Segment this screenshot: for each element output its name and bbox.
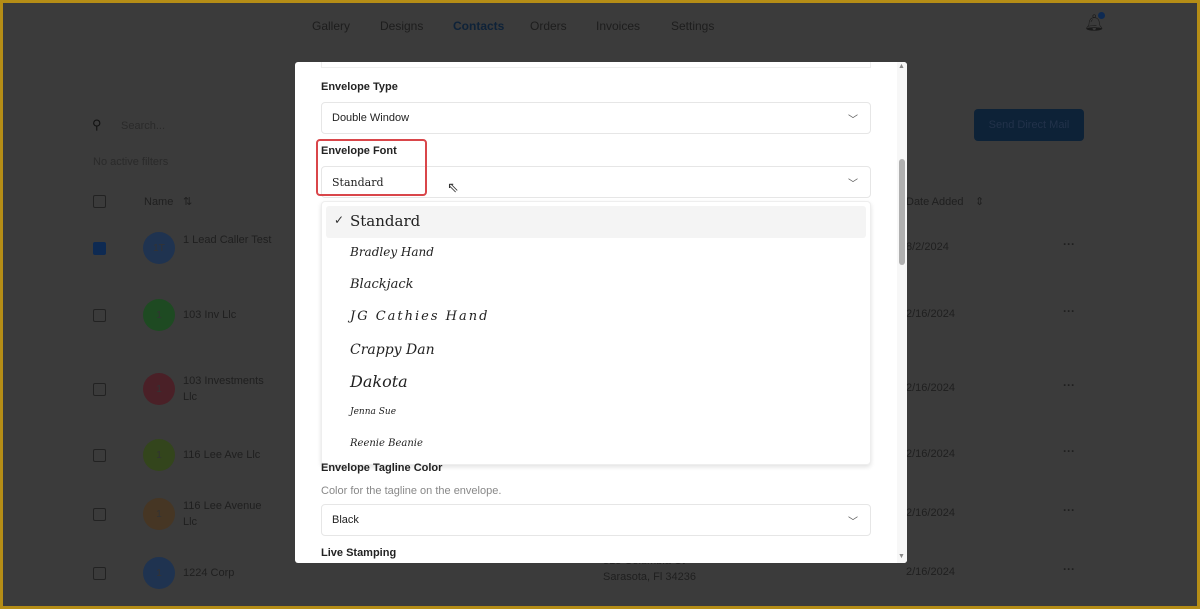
row-checkbox[interactable] xyxy=(93,508,106,521)
avatar: 1 xyxy=(143,498,175,530)
check-icon: ✓ xyxy=(334,213,345,227)
option-jg-cathies-hand[interactable]: JG Cathies Hand xyxy=(350,309,489,324)
envelope-settings-modal: Envelope Type Double Window ﹀ Envelope Fo… xyxy=(295,62,907,563)
avatar: 1 xyxy=(143,299,175,331)
nav-settings[interactable]: Settings xyxy=(671,19,714,33)
date-added: 2/16/2024 xyxy=(906,507,955,519)
avatar: 1T xyxy=(143,232,175,264)
envelope-type-value: Double Window xyxy=(332,112,410,124)
app-background: Gallery Designs Contacts Orders Invoices… xyxy=(3,3,1197,606)
tagline-color-label: Envelope Tagline Color xyxy=(321,462,443,474)
sort-icon[interactable]: ⇅ xyxy=(183,195,192,208)
option-standard-label[interactable]: Standard xyxy=(350,212,420,230)
date-added: 2/16/2024 xyxy=(906,382,955,394)
tagline-color-value: Black xyxy=(332,514,359,526)
option-bradley-hand[interactable]: Bradley Hand xyxy=(350,245,434,259)
select-all-checkbox[interactable] xyxy=(93,195,106,208)
nav-contacts[interactable]: Contacts xyxy=(453,19,504,33)
scroll-down-icon[interactable]: ▼ xyxy=(898,553,905,560)
avatar: 1 xyxy=(143,439,175,471)
tagline-color-help: Color for the tagline on the envelope. xyxy=(321,485,502,497)
search-icon: ⚲ xyxy=(92,117,102,132)
envelope-type-label: Envelope Type xyxy=(321,81,398,93)
chevron-down-icon: ﹀ xyxy=(848,115,858,126)
scrollbar-thumb[interactable] xyxy=(899,159,905,265)
chevron-down-icon: ﹀ xyxy=(848,179,858,190)
row-checkbox[interactable] xyxy=(93,449,106,462)
avatar: 1 xyxy=(143,557,175,589)
more-options-icon[interactable]: ··· xyxy=(1063,304,1075,318)
date-added: 2/16/2024 xyxy=(906,308,955,320)
contact-name[interactable]: 116 Lee Ave Llc xyxy=(183,447,278,463)
tagline-color-select[interactable]: Black ﹀ xyxy=(321,504,871,536)
date-added: 8/2/2024 xyxy=(906,241,949,253)
envelope-type-select[interactable]: Double Window ﹀ xyxy=(321,102,871,134)
sort-icon[interactable]: ⇕ xyxy=(975,195,984,208)
date-added: 2/16/2024 xyxy=(906,566,955,578)
contact-name[interactable]: 1 Lead Caller Test xyxy=(183,232,278,248)
nav-designs[interactable]: Designs xyxy=(380,19,423,33)
option-blackjack[interactable]: Blackjack xyxy=(350,277,414,292)
row-checkbox[interactable] xyxy=(93,567,106,580)
row-checkbox[interactable] xyxy=(93,383,106,396)
option-dakota[interactable]: Dakota xyxy=(350,372,408,391)
address-line-2: Sarasota, Fl 34236 xyxy=(603,571,696,583)
chevron-down-icon: ﹀ xyxy=(848,517,858,528)
notification-dot xyxy=(1098,12,1105,19)
scroll-up-icon[interactable]: ▲ xyxy=(898,63,905,70)
modal-scrollbar[interactable] xyxy=(897,62,907,563)
filters-status: No active filters xyxy=(93,156,169,168)
nav-orders[interactable]: Orders xyxy=(530,19,567,33)
more-options-icon[interactable]: ··· xyxy=(1063,444,1075,458)
live-stamping-label: Live Stamping xyxy=(321,547,397,559)
date-column-header[interactable]: Date Added xyxy=(906,196,964,208)
date-added: 2/16/2024 xyxy=(906,448,955,460)
avatar: 1 xyxy=(143,373,175,405)
more-options-icon[interactable]: ··· xyxy=(1063,378,1075,392)
search-input[interactable]: Search... xyxy=(121,120,165,132)
more-options-icon[interactable]: ··· xyxy=(1063,503,1075,517)
highlight-annotation xyxy=(316,139,427,196)
row-checkbox[interactable] xyxy=(93,309,106,322)
mouse-cursor-icon: ⇖ xyxy=(447,179,459,195)
send-direct-mail-button[interactable]: Send Direct Mail xyxy=(974,109,1084,141)
contact-name[interactable]: 116 Lee Avenue Llc xyxy=(183,498,278,530)
option-jenna-sue[interactable]: Jenna Sue xyxy=(350,407,396,417)
row-checkbox[interactable] xyxy=(93,242,106,255)
option-reenie-beanie[interactable]: Reenie Beanie xyxy=(350,438,423,449)
nav-gallery[interactable]: Gallery xyxy=(312,19,350,33)
name-column-header[interactable]: Name xyxy=(144,196,173,208)
font-dropdown-menu: ✓ Standard Bradley Hand Blackjack JG Cat… xyxy=(321,201,871,465)
contact-name[interactable]: 103 Inv Llc xyxy=(183,307,278,323)
previous-field-edge xyxy=(321,62,871,68)
option-crappy-dan[interactable]: Crappy Dan xyxy=(350,342,435,358)
nav-invoices[interactable]: Invoices xyxy=(596,19,640,33)
contact-name[interactable]: 1224 Corp xyxy=(183,565,278,581)
contact-name[interactable]: 103 Investments Llc xyxy=(183,373,278,405)
more-options-icon[interactable]: ··· xyxy=(1063,237,1075,251)
more-options-icon[interactable]: ··· xyxy=(1063,562,1075,576)
